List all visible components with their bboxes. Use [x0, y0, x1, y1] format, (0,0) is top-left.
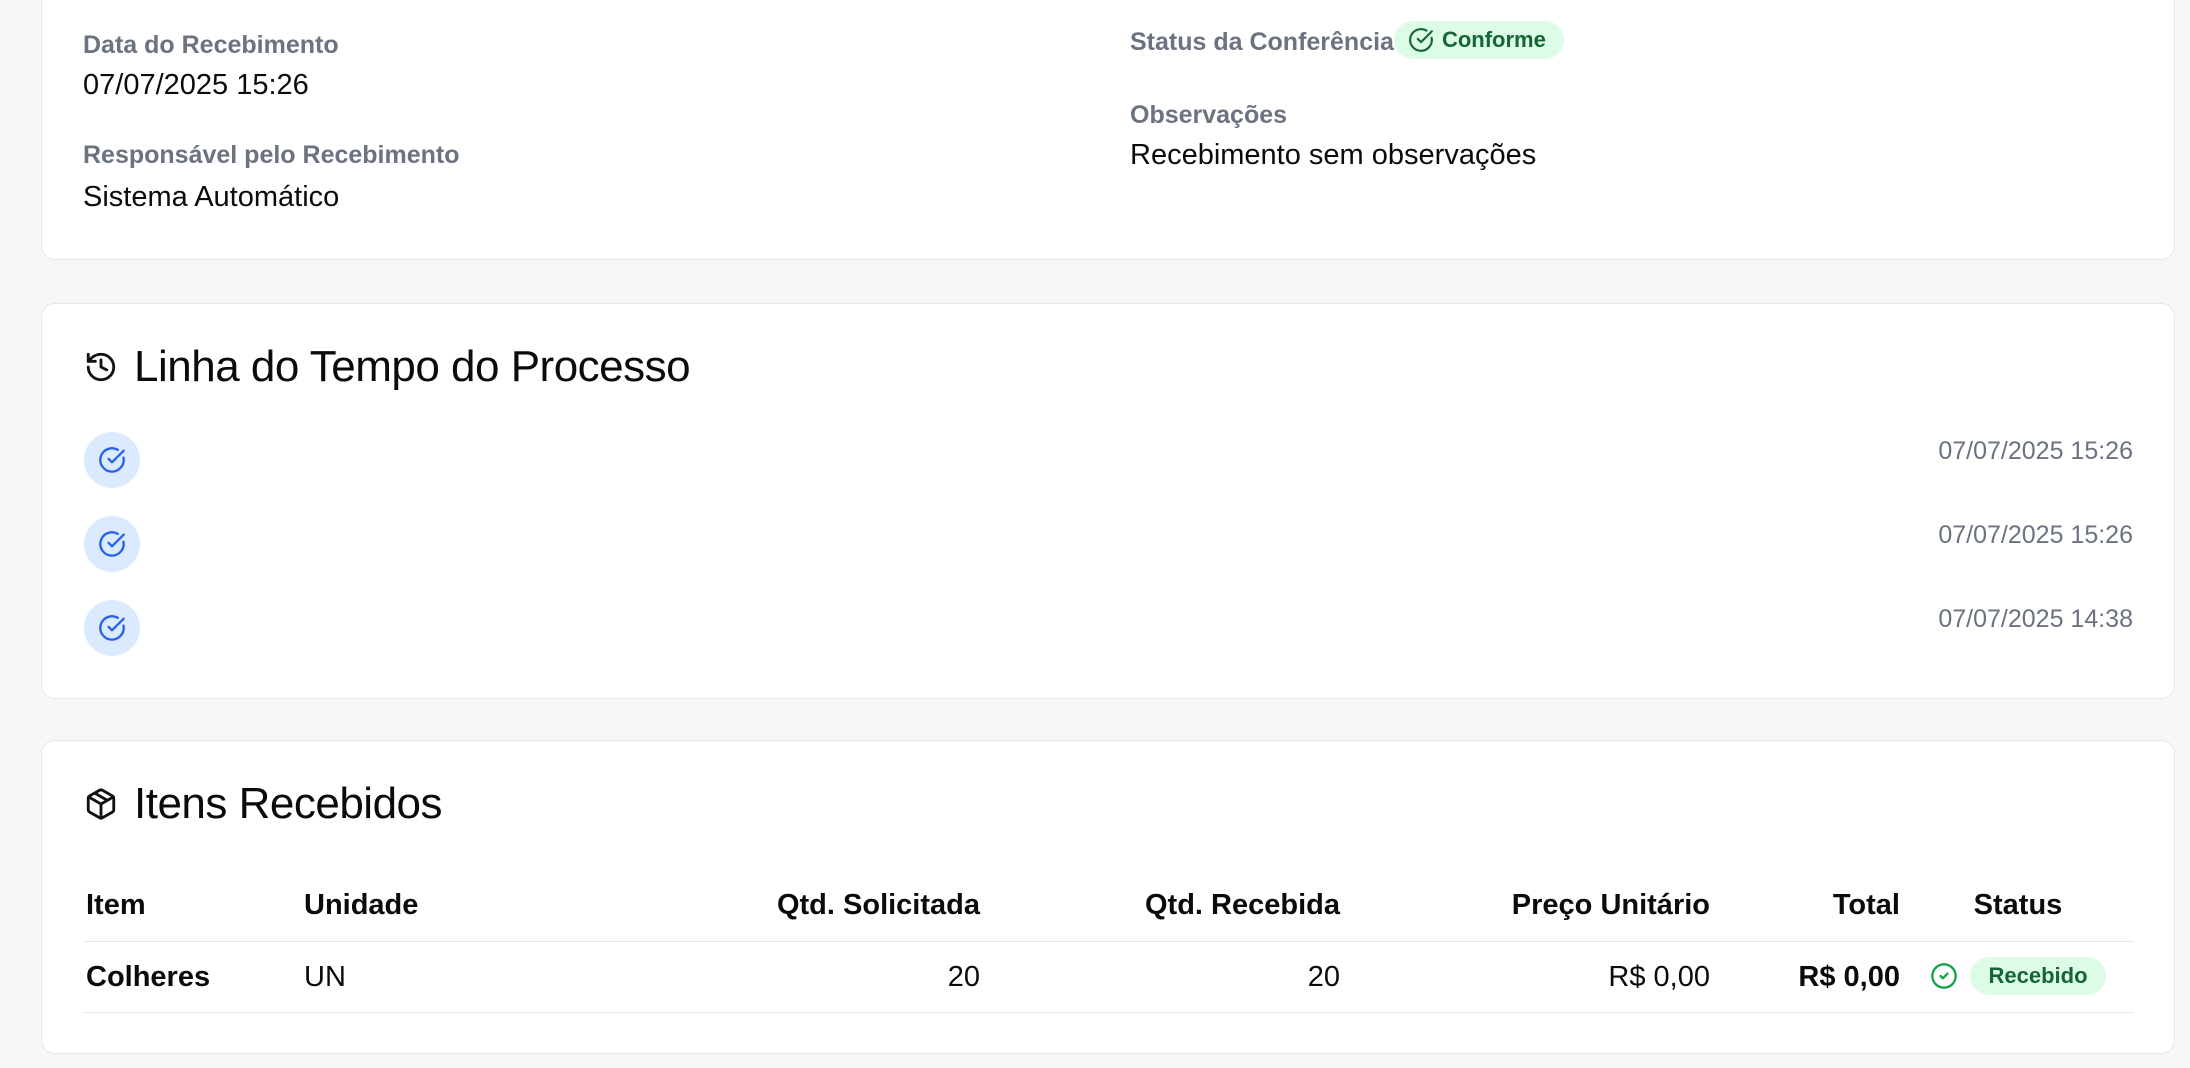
column-header-qty-received[interactable]: Qtd. Recebida — [982, 869, 1342, 942]
cell-status: Recebido — [1902, 941, 2134, 1013]
notes-value: Recebimento sem observações — [1130, 139, 1537, 171]
timeline-event-icon — [84, 432, 140, 488]
package-icon — [86, 788, 116, 820]
cell-unit: UN — [302, 941, 542, 1013]
items-title: Itens Recebidos — [134, 779, 443, 828]
timeline-event-date: 07/07/2025 15:26 — [1938, 521, 2133, 549]
check-circle-icon — [1931, 962, 1958, 989]
column-header-total[interactable]: Total — [1712, 869, 1902, 942]
items-card: Itens Recebidos Item Unidade Qtd. Solici… — [41, 740, 2175, 1054]
check-circle-icon — [99, 447, 125, 473]
responsible-label: Responsável pelo Recebimento — [83, 141, 460, 169]
column-header-unit[interactable]: Unidade — [302, 869, 542, 942]
check-circle-icon — [99, 531, 125, 557]
timeline-title: Linha do Tempo do Processo — [134, 342, 691, 391]
column-header-status[interactable]: Status — [1902, 869, 2134, 942]
status-badge: Conforme — [1393, 21, 1564, 59]
history-icon — [86, 352, 116, 382]
timeline-event-icon — [84, 516, 140, 572]
status-badge: Recebido — [1970, 956, 2106, 995]
timeline-header: Linha do Tempo do Processo — [84, 342, 691, 392]
cell-total: R$ 0,00 — [1712, 941, 1902, 1013]
conference-status: Status da Conferência Conforme — [1130, 21, 1564, 59]
notes-label: Observações — [1130, 101, 1288, 129]
status-badge-label: Conforme — [1441, 27, 1546, 52]
check-circle-icon — [1409, 28, 1433, 52]
receipt-date-value: 07/07/2025 15:26 — [83, 69, 309, 101]
cell-qty-requested: 20 — [542, 941, 982, 1013]
cell-qty-received: 20 — [982, 941, 1342, 1013]
items-table: Item Unidade Qtd. Solicitada Qtd. Recebi… — [84, 869, 2134, 1013]
column-header-qty-requested[interactable]: Qtd. Solicitada — [542, 869, 982, 942]
cell-unit-price: R$ 0,00 — [1342, 941, 1712, 1013]
timeline-card: Linha do Tempo do Processo 07/07/2025 15… — [41, 303, 2175, 699]
check-circle-icon — [99, 615, 125, 641]
cell-item: Colheres — [84, 941, 302, 1013]
conference-status-label: Status da Conferência — [1130, 27, 1394, 56]
receipt-info-card: Data do Recebimento 07/07/2025 15:26 Res… — [41, 0, 2175, 260]
table-row[interactable]: Colheres UN 20 20 R$ 0,00 R$ 0,00 Recebi… — [84, 941, 2134, 1013]
items-header: Itens Recebidos — [84, 779, 443, 829]
timeline-event-date: 07/07/2025 15:26 — [1938, 437, 2133, 465]
column-header-unit-price[interactable]: Preço Unitário — [1342, 869, 1712, 942]
timeline-event-icon — [84, 600, 140, 656]
column-header-item[interactable]: Item — [84, 869, 302, 942]
responsible-value: Sistema Automático — [83, 181, 340, 213]
timeline-event-date: 07/07/2025 14:38 — [1938, 605, 2133, 633]
table-header-row: Item Unidade Qtd. Solicitada Qtd. Recebi… — [84, 869, 2134, 942]
receipt-date-label: Data do Recebimento — [83, 31, 339, 59]
